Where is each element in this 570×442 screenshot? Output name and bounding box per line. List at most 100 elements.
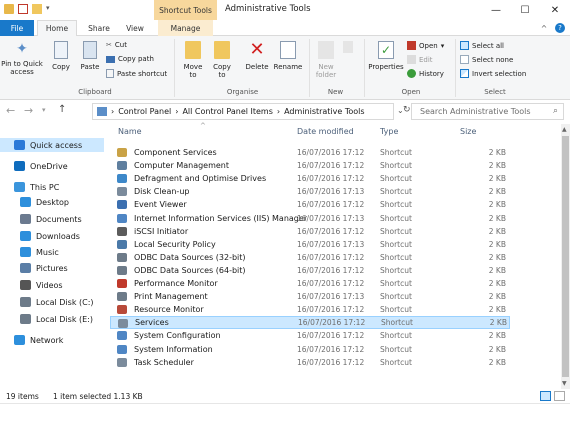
back-arrow-icon[interactable]: ←: [6, 104, 15, 117]
file-name: System Configuration: [134, 331, 221, 341]
select-none-button[interactable]: Select none: [460, 55, 513, 64]
file-name: Event Viewer: [134, 200, 187, 210]
history-button[interactable]: History: [407, 69, 444, 78]
properties-button[interactable]: ✓ Properties: [368, 41, 404, 71]
quick-access-toolbar: ▾: [4, 4, 52, 14]
column-header-date[interactable]: Date modified: [297, 127, 354, 136]
paste-button[interactable]: Paste: [77, 41, 103, 71]
copy-path-button[interactable]: Copy path: [106, 55, 154, 63]
nav-item[interactable]: Music: [0, 245, 104, 259]
paste-shortcut-button[interactable]: Paste shortcut: [106, 69, 167, 78]
nav-item[interactable]: Downloads: [0, 229, 104, 243]
nav-item[interactable]: Network: [0, 333, 104, 347]
minimize-ribbon-icon[interactable]: ^: [538, 20, 550, 36]
forward-arrow-icon[interactable]: →: [24, 104, 33, 117]
scroll-down-icon[interactable]: ▼: [562, 380, 567, 387]
tab-share[interactable]: Share: [82, 20, 116, 36]
open-button[interactable]: Open ▾: [407, 41, 444, 50]
tab-manage[interactable]: Manage: [158, 20, 213, 36]
file-row[interactable]: Resource Monitor 16/07/2016 17:12 Shortcut…: [110, 303, 510, 316]
file-date: 16/07/2016 17:12: [297, 226, 365, 236]
shortcut-icon: [117, 187, 127, 197]
pin-icon: ✦: [16, 41, 28, 57]
up-arrow-icon[interactable]: ↑: [58, 104, 66, 115]
shortcut-icon: [117, 265, 127, 275]
scroll-up-icon[interactable]: ▲: [562, 126, 567, 133]
invert-selection-button[interactable]: Invert selection: [460, 69, 526, 78]
breadcrumb-separator: ›: [276, 107, 281, 116]
copy-button[interactable]: Copy: [48, 41, 74, 71]
move-to-icon: [185, 41, 201, 59]
nav-item[interactable]: Local Disk (C:): [0, 295, 104, 309]
qat-dropdown-icon[interactable]: ▾: [46, 4, 52, 14]
file-row[interactable]: iSCSI Initiator 16/07/2016 17:12 Shortcut 2…: [110, 225, 510, 238]
search-input[interactable]: Search Administrative Tools ⌕: [411, 103, 564, 120]
maximize-button[interactable]: ☐: [513, 2, 537, 18]
refresh-icon[interactable]: ↻: [403, 105, 411, 115]
nav-item[interactable]: Desktop: [0, 195, 104, 209]
recent-locations-icon[interactable]: ▾: [42, 106, 46, 114]
new-item-button[interactable]: [340, 41, 356, 53]
edit-button[interactable]: Edit: [407, 55, 433, 64]
nav-item[interactable]: Quick access: [0, 138, 104, 152]
file-row[interactable]: ODBC Data Sources (64-bit) 16/07/2016 17:…: [110, 264, 510, 277]
file-row[interactable]: Component Services 16/07/2016 17:12 Shortc…: [110, 146, 510, 159]
column-header-type[interactable]: Type: [380, 127, 398, 136]
details-view-icon[interactable]: [540, 391, 551, 401]
nav-item[interactable]: Videos: [0, 278, 104, 292]
new-folder-button[interactable]: New folder: [313, 41, 339, 79]
new-folder-icon: [318, 41, 334, 59]
tab-file[interactable]: File: [0, 20, 34, 36]
breadcrumb-all-items[interactable]: All Control Panel Items: [182, 107, 272, 116]
column-headers: Name ^ Date modified Type Size: [110, 122, 558, 140]
column-header-name[interactable]: Name: [118, 127, 142, 136]
large-icons-view-icon[interactable]: [554, 391, 565, 401]
pin-to-quick-access-button[interactable]: ✦ Pin to Quick access: [0, 41, 44, 76]
breadcrumb-control-panel[interactable]: Control Panel: [118, 107, 171, 116]
file-row[interactable]: Defragment and Optimise Drives 16/07/2016…: [110, 172, 510, 185]
file-row[interactable]: Disk Clean-up 16/07/2016 17:13 Shortcut 2 K…: [110, 185, 510, 198]
nav-item[interactable]: Documents: [0, 212, 104, 226]
nav-item[interactable]: This PC: [0, 180, 104, 194]
shortcut-icon: [117, 331, 127, 341]
file-size: 2 KB: [488, 226, 506, 236]
column-header-size[interactable]: Size: [460, 127, 476, 136]
minimize-button[interactable]: —: [484, 2, 508, 18]
file-row[interactable]: Computer Management 16/07/2016 17:12 Short…: [110, 159, 510, 172]
breadcrumb-administrative-tools[interactable]: Administrative Tools: [284, 107, 364, 116]
file-type: Shortcut: [380, 292, 412, 302]
file-date: 16/07/2016 17:12: [298, 318, 366, 328]
file-row[interactable]: Event Viewer 16/07/2016 17:12 Shortcut 2 KB: [110, 198, 510, 211]
rename-button[interactable]: Rename: [272, 41, 304, 71]
properties-qat-icon[interactable]: [18, 4, 28, 14]
music-icon: [20, 247, 31, 257]
file-row[interactable]: Services 16/07/2016 17:12 Shortcut 2 KB: [110, 316, 510, 330]
file-row[interactable]: Print Management 16/07/2016 17:13 Shortcut…: [110, 290, 510, 303]
nav-item[interactable]: OneDrive: [0, 159, 104, 173]
select-all-button[interactable]: Select all: [460, 41, 504, 50]
file-row[interactable]: Task Scheduler 16/07/2016 17:12 Shortcut 2 …: [110, 356, 510, 369]
file-row[interactable]: Local Security Policy 16/07/2016 17:13 Sho…: [110, 238, 510, 251]
address-box[interactable]: › Control Panel › All Control Panel Item…: [92, 103, 394, 120]
file-date: 16/07/2016 17:12: [297, 265, 365, 275]
help-icon[interactable]: ?: [554, 20, 566, 36]
file-row[interactable]: System Configuration 16/07/2016 17:12 Shor…: [110, 329, 510, 342]
nav-item[interactable]: Pictures: [0, 261, 104, 275]
nav-item[interactable]: Local Disk (E:): [0, 312, 104, 326]
status-bar: 19 items 1 item selected 1.13 KB: [0, 389, 570, 403]
nav-item-label: Quick access: [30, 140, 83, 150]
file-row[interactable]: System Information 16/07/2016 17:12 Shortc…: [110, 343, 510, 356]
cut-button[interactable]: ✂ Cut: [106, 41, 127, 49]
file-row[interactable]: ODBC Data Sources (32-bit) 16/07/2016 17:…: [110, 251, 510, 264]
file-row[interactable]: Performance Monitor 16/07/2016 17:12 Short…: [110, 277, 510, 290]
new-folder-qat-icon[interactable]: [32, 4, 42, 14]
close-button[interactable]: ✕: [543, 2, 567, 18]
tab-home[interactable]: Home: [37, 20, 77, 36]
copy-to-button[interactable]: Copy to: [209, 41, 235, 79]
file-row[interactable]: Internet Information Services (IIS) Mana…: [110, 212, 510, 225]
tab-view[interactable]: View: [118, 20, 152, 36]
delete-button[interactable]: ✕ Delete: [242, 41, 272, 72]
group-label-select: Select: [484, 88, 506, 96]
scrollbar-thumb[interactable]: [562, 136, 569, 377]
move-to-button[interactable]: Move to: [180, 41, 206, 79]
